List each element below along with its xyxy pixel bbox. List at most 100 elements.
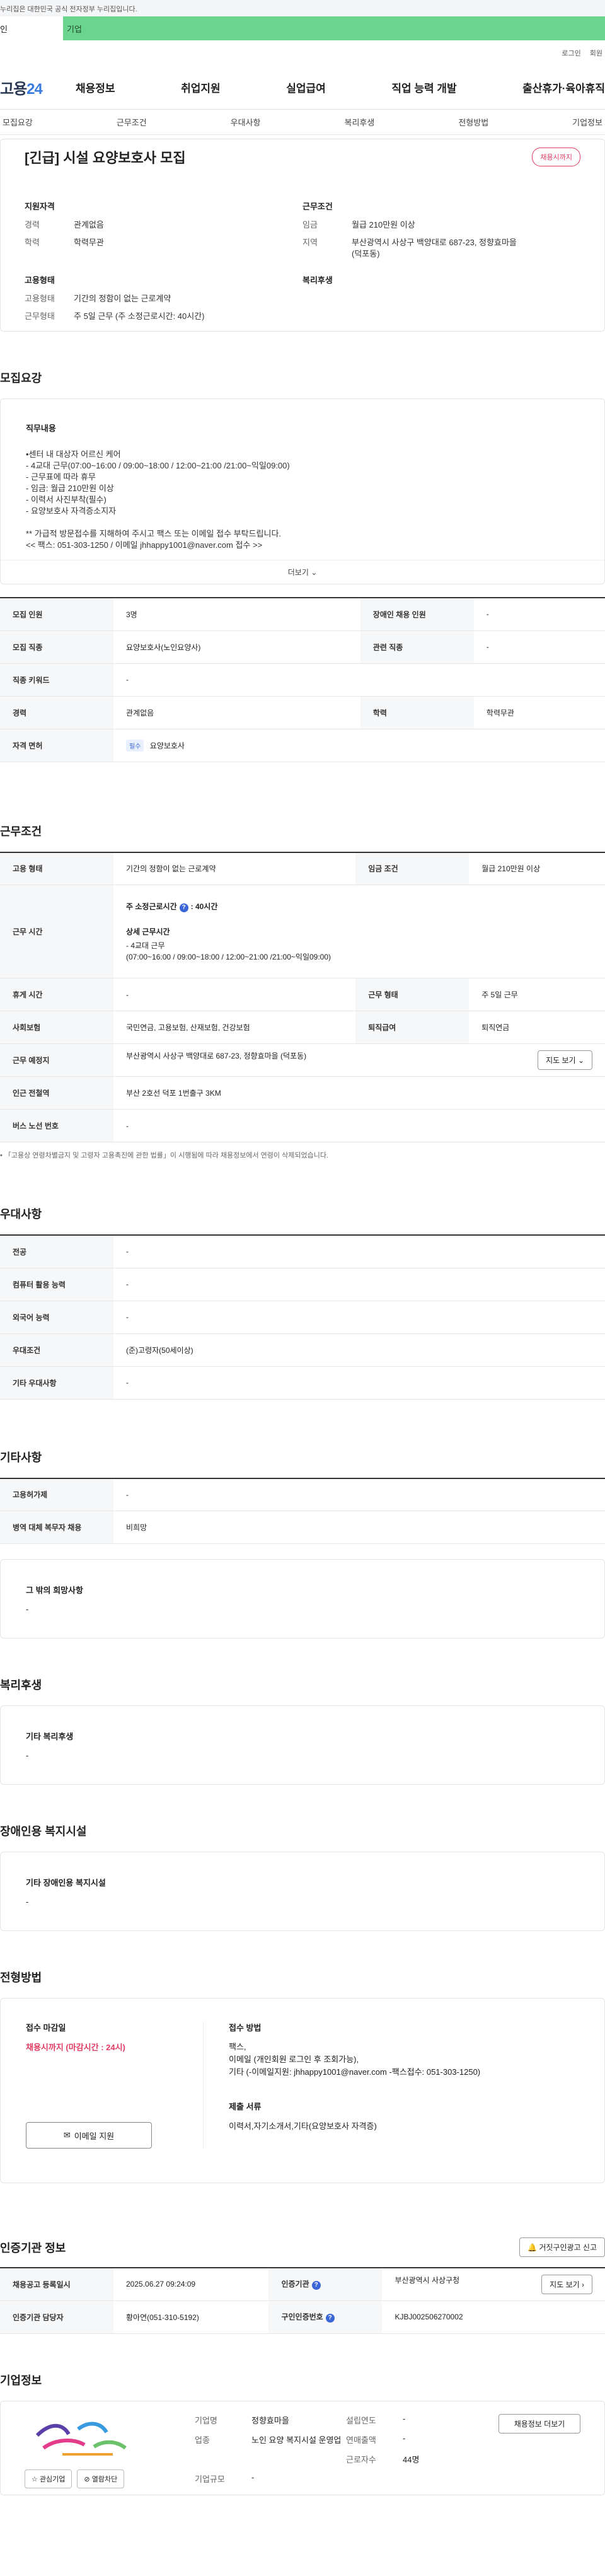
company-key: 설립연도 [346, 2415, 376, 2425]
welfare-box: 기타 복리후생 - [0, 1705, 605, 1785]
cell-key: 근무 예정지 [0, 1043, 113, 1077]
table-row: 자격 면허 필수 요양보호사 [0, 729, 605, 762]
cell-value: 요양보호사(노인요양사) [113, 630, 360, 664]
cert-section-title: 인증기관 정보 [0, 2241, 66, 2254]
gov-notice-text: 누리집은 대한민국 공식 전자정부 누리집입니다. [0, 6, 137, 13]
cell-key: 전공 [0, 1235, 113, 1268]
table-row: 근무 시간 주 소정근로시간?: 40시간 상세 근무시간 - 4교대 근무 (… [0, 885, 605, 978]
cell-value: - [113, 1301, 605, 1334]
docs-value: 이력서,자기소개서,기타(요양보호사 자격증) [229, 2121, 377, 2131]
cell-key: 관련 직종 [360, 630, 474, 664]
cell-value: 3명 [113, 598, 360, 631]
chevron-right-icon: › [582, 2280, 584, 2289]
detail-title: 직무내용 [26, 424, 56, 433]
info-icon[interactable]: ? [179, 903, 188, 912]
cell-value: - [113, 663, 605, 697]
recruit-section-title: 모집요강 [0, 372, 42, 385]
work-table: 고용 형태 기간의 정함이 없는 근로계약 임금 조건 월급 210만원 이상 … [0, 851, 605, 1142]
anchor-work-conditions[interactable]: 근무조건 [114, 116, 149, 128]
cell-value: - [473, 598, 605, 631]
email-apply-button[interactable]: ✉ 이메일 지원 [26, 2122, 152, 2149]
block-view-button[interactable]: ⊘ 열람차단 [77, 2469, 125, 2488]
process-box: 접수 마감일 채용시까지 (마감시간 : 24시) ✉ 이메일 지원 접수 방법… [0, 1998, 605, 2183]
company-section-title: 기업정보 [0, 2374, 42, 2387]
anchor-preference[interactable]: 우대사항 [228, 116, 263, 128]
table-row: 전공 - [0, 1235, 605, 1268]
anchor-recruit[interactable]: 모집요강 [0, 116, 35, 128]
cell-key: 장애인 채용 인원 [360, 598, 474, 631]
cell-key: 고용허가제 [0, 1478, 113, 1511]
anchor-process[interactable]: 전형방법 [456, 116, 491, 128]
method-3: 기타 (-이메일지원: jhhappy1001@naver.com -팩스접수:… [229, 2067, 481, 2077]
table-row: 외국어 능력 - [0, 1301, 605, 1334]
table-row: 컴퓨터 활용 능력 - [0, 1268, 605, 1301]
company-jobs-button[interactable]: 채용정보 더보기 [498, 2413, 580, 2434]
table-row: 모집 직종 요양보호사(노인요양사) 관련 직종 - [0, 630, 605, 664]
site-logo[interactable]: 고용24 [0, 76, 76, 98]
status-badge: 채용시까지 [532, 148, 580, 166]
cell-key: 근무 형태 [355, 978, 470, 1011]
signup-link[interactable]: 회원 [590, 48, 602, 66]
nav-job-info[interactable]: 채용정보 [76, 79, 115, 95]
deadline-title: 접수 마감일 [26, 2023, 66, 2033]
more-button[interactable]: 더보기 ⌄ [1, 560, 604, 584]
company-key: 근로자수 [346, 2454, 376, 2464]
cert-map-button[interactable]: 지도 보기 › [541, 2274, 592, 2294]
disabled-section-title: 장애인용 복지시설 [0, 1825, 87, 1838]
table-row: 기타 우대사항 - [0, 1366, 605, 1400]
role-tab-company[interactable]: 기업 [63, 16, 605, 40]
nav-vocational-training[interactable]: 직업 능력 개발 [391, 79, 456, 95]
wish-title: 그 밖의 희망사항 [26, 1586, 83, 1595]
cell-value: 비희망 [113, 1511, 605, 1544]
kv-row: 근무형태 주 5일 근무 (주 소정근로시간: 40시간) [25, 311, 302, 322]
table-row: 우대조건 (준)고령자(50세이상) [0, 1333, 605, 1367]
kv-row: 경력 관계없음 [25, 219, 302, 231]
nav-employment-support[interactable]: 취업지원 [181, 79, 221, 95]
kv-value: 기간의 정함이 없는 근로계약 [74, 294, 171, 303]
more-label: 더보기 [287, 568, 309, 577]
cell-value: 2025.06.27 09:24:09 [113, 2268, 269, 2301]
company-key: 업종 [195, 2435, 210, 2445]
cell-key: 인증기관 담당자 [0, 2300, 113, 2334]
wish-box: 그 밖의 희망사항 - [0, 1559, 605, 1639]
job-summary-card: [긴급] 시설 요양보호사 모집 채용시까지 지원자격 경력 관계없음 학력 학력무… [0, 139, 605, 332]
table-row: 고용 형태 기간의 정함이 없는 근로계약 임금 조건 월급 210만원 이상 [0, 852, 605, 885]
docs-title: 제출 서류 [229, 2102, 262, 2111]
map-button[interactable]: 지도 보기 ⌄ [538, 1050, 592, 1070]
weekly-hours: 주 소정근로시간?: 40시간 [126, 901, 592, 912]
role-tab-individual[interactable]: 인 [0, 16, 63, 40]
info-icon[interactable]: ? [311, 2281, 321, 2290]
company-value: - [403, 2413, 406, 2423]
cell-key: 사회보험 [0, 1011, 113, 1044]
favorite-company-button[interactable]: ☆ 관심기업 [25, 2469, 72, 2488]
anchor-company[interactable]: 기업정보 [570, 116, 605, 128]
nav-parental-leave[interactable]: 출산휴가·육아휴직 [522, 79, 605, 95]
table-row: 사회보험 국민연금, 고용보험, 산재보험, 건강보험 퇴직급여 퇴직연금 [0, 1011, 605, 1044]
disabled-box-value: - [26, 1897, 29, 1906]
company-key: 기업규모 [195, 2474, 225, 2484]
cert-num-key: 구인인증번호 [281, 2312, 323, 2321]
cell-value: - [113, 1268, 605, 1301]
company-key: 기업명 [195, 2415, 217, 2425]
info-icon[interactable]: ? [325, 2314, 335, 2323]
summary-grid: 지원자격 경력 관계없음 학력 학력무관 고용형태 고용형태 기간의 정함이 없는 근… [1, 175, 604, 335]
company-value: - [403, 2433, 406, 2443]
job-detail-box: 직무내용 •센터 내 대상자 어르신 케어 - 4교대 근무(07:00~16:… [0, 398, 605, 584]
favorite-label: 관심기업 [39, 2475, 66, 2483]
login-link[interactable]: 로그인 [562, 48, 580, 66]
table-row: 직종 키워드 - [0, 663, 605, 697]
cell-value: 황아연(051-310-5192) [113, 2300, 269, 2334]
method-col: 접수 방법 팩스, 이메일 (개인회원 로그인 후 조회가능), 기타 (-이메… [204, 2021, 579, 2149]
logo-text-a: 고용 [0, 81, 27, 98]
anchor-welfare[interactable]: 복리후생 [342, 116, 377, 128]
kv-key: 임금 [302, 220, 318, 229]
nav-unemployment-benefit[interactable]: 실업급여 [286, 79, 326, 95]
detail-hours-title: 상세 근무시간 [126, 927, 170, 936]
company-buttons: ☆ 관심기업 ⊘ 열람차단 [25, 2469, 195, 2488]
method-2: 이메일 (개인회원 로그인 후 조회가능), [229, 2055, 359, 2064]
cell-key: 병역 대체 복무자 채용 [0, 1511, 113, 1544]
report-false-ad-button[interactable]: 🔔 거짓구인광고 신고 [519, 2237, 605, 2257]
qual-title: 지원자격 [25, 202, 55, 211]
welfare-box-value: - [26, 1751, 29, 1760]
cond-col: 근무조건 임금 월급 210만원 이상 지역 부산광역시 사상구 백양대로 687-… [302, 200, 580, 328]
